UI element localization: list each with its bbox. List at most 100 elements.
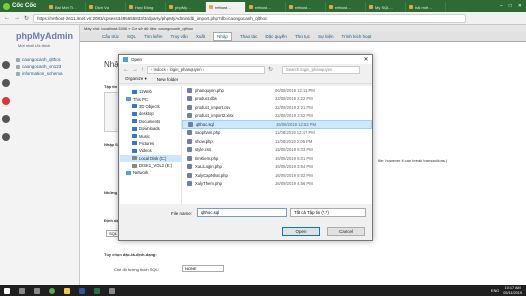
back-arrow-icon[interactable]: ← (4, 15, 10, 21)
tree-node[interactable]: 3D Objects (120, 103, 181, 110)
pma-tab[interactable]: Truy vấn (171, 34, 188, 39)
pma-tab[interactable]: Đặc quyền (265, 34, 287, 39)
browser-brand-label: Cốc Cốc (12, 3, 37, 9)
search-icon[interactable] (19, 287, 25, 294)
tree-node[interactable]: 11Web (120, 88, 181, 95)
pma-tab[interactable]: Cấu trúc (102, 34, 119, 39)
tree-node[interactable]: Videos (120, 147, 181, 154)
windows-start-icon[interactable] (4, 287, 10, 294)
new-folder-button[interactable]: New folder (157, 77, 179, 82)
maximize-icon[interactable]: □ (509, 3, 512, 9)
forward-arrow-icon[interactable]: → (14, 15, 20, 21)
reload-icon[interactable]: ↻ (24, 15, 29, 22)
tree-node[interactable]: desktop (120, 110, 181, 117)
pma-left-links[interactable]: Mới nhất Ưa thích (10, 43, 79, 48)
browser-tab[interactable]: rethost… (286, 2, 326, 12)
file-row[interactable]: product_import2.xlsx 22/08/2019 3:52 PM (182, 112, 372, 121)
close-icon[interactable]: ✕ (518, 3, 522, 9)
browser-tab[interactable]: My SQL… (366, 2, 406, 12)
minimize-icon[interactable]: – (500, 3, 503, 9)
file-row[interactable]: XulyCapNhat.php 16/09/2019 5:02 PM (182, 171, 372, 180)
tree-node[interactable]: Music (120, 132, 181, 139)
system-tray: ENG 10:17 AM 05/11/2019 (491, 286, 526, 295)
tree-node[interactable]: DISK1_VOL2 (E:) (120, 162, 181, 169)
database-name: information_schema (22, 71, 63, 76)
file-icon (187, 164, 192, 170)
file-date: 16/09/2019 5:02 PM (275, 172, 313, 178)
pma-breadcrumb[interactable]: Máy chủ: localhost:3306 » Cơ sở dữ liệu:… (80, 25, 526, 32)
sql-compat-select[interactable]: NONE (182, 265, 224, 272)
pma-logo[interactable]: phpMyAdmin (10, 25, 79, 41)
refresh-icon[interactable]: ↻ (268, 66, 273, 73)
pma-tab[interactable]: SQL (127, 34, 136, 39)
tree-node[interactable]: This PC (120, 95, 181, 102)
task-view-icon[interactable] (34, 287, 40, 294)
app-icon[interactable] (109, 287, 115, 294)
taskbar-clock[interactable]: 10:17 AM 05/11/2019 (503, 286, 522, 295)
browser-tab[interactable]: phpMy… (166, 2, 206, 12)
tree-node[interactable]: Network (120, 169, 181, 176)
back-arrow-icon[interactable]: ← (123, 67, 129, 73)
notification-icon[interactable] (2, 97, 10, 105)
tree-node[interactable]: Documents (120, 118, 181, 125)
language-indicator[interactable]: ENG (491, 289, 499, 293)
file-row[interactable]: saopham.php 11/08/2019 12:47 PM (182, 129, 372, 138)
pma-tab[interactable]: Trình kích hoạt (341, 34, 371, 39)
browser-tab[interactable]: hải mới… (406, 2, 446, 12)
database-item[interactable]: information_schema (16, 70, 79, 77)
browser-tab[interactable]: rethost… (206, 2, 246, 12)
close-icon[interactable]: ✕ (360, 56, 372, 63)
pma-tab[interactable]: Sự kiện (318, 34, 334, 39)
forward-arrow-icon[interactable]: → (132, 67, 138, 73)
open-button[interactable]: Open (282, 227, 320, 236)
browser-tab[interactable]: rethost… (246, 2, 286, 12)
pma-tab[interactable]: Nhập (213, 32, 232, 41)
database-icon (16, 57, 20, 62)
pma-tab[interactable]: Xuất (196, 34, 205, 39)
file-row[interactable]: style.css 15/08/2019 5:03 PM (182, 146, 372, 155)
tree-node[interactable]: Local Disk (C:) (120, 154, 181, 162)
address-bar-row: ← → ↻ https://rethost-2611.itnet.vn:2083… (0, 12, 526, 25)
tree-node-label: desktop (139, 111, 154, 117)
tree-node[interactable]: Downloads (120, 125, 181, 132)
tree-node[interactable]: Pictures (120, 140, 181, 147)
browser-tab[interactable]: Bài Mới Ti… (46, 2, 86, 12)
file-type-select[interactable]: Tất cả Tập tin (*.*) (290, 208, 366, 217)
settings-icon[interactable] (2, 133, 10, 141)
file-name-input[interactable]: qlthoc.sql (197, 208, 287, 217)
file-row[interactable]: qlthoc.sql 15/08/2019 12:53 PM (182, 120, 372, 129)
organize-button[interactable]: Organize ▾ (125, 76, 147, 82)
dialog-search-input[interactable]: Search login_phanquyen (282, 65, 361, 74)
history-icon[interactable] (2, 115, 10, 123)
browser-brand[interactable]: Cốc Cốc (0, 0, 46, 12)
excel-icon[interactable] (94, 287, 100, 294)
database-item[interactable]: caongocanh_qlthoc (16, 56, 79, 63)
pma-tab[interactable]: Thao tác (240, 34, 258, 39)
file-name: product.dbs (195, 96, 217, 102)
file-name: XulyCapNhat.php (195, 172, 228, 178)
browser-tab[interactable]: Hợp Đồng (126, 2, 166, 12)
file-row[interactable]: phanquyen.php 06/08/2019 12:11 PM (182, 86, 372, 95)
file-explorer-icon[interactable] (64, 287, 70, 294)
url-input[interactable]: https://rethost-2611.itnet.vn:2083/cpses… (33, 13, 466, 23)
file-row[interactable]: product_import.csv 22/09/2019 2:21 PM (182, 103, 372, 112)
database-item[interactable]: caongocanh_vn123 (16, 63, 79, 70)
file-row[interactable]: XuLiLogin.php 16/09/2019 3:54 PM (182, 163, 372, 172)
file-row[interactable]: product.dbs 22/08/2019 2:22 PM (182, 95, 372, 104)
file-row[interactable]: XulyThem.php 16/09/2019 4:56 PM (182, 180, 372, 189)
file-row[interactable]: show.php 11/08/2019 2:06 PM (182, 137, 372, 146)
browser-tab[interactable]: Dịch Vụ (86, 2, 126, 12)
dialog-title-bar: Open ✕ (119, 55, 372, 64)
file-date: 16/09/2019 4:56 PM (275, 181, 313, 187)
dialog-path-input[interactable]: › Indocs › login_phanquyen › (147, 65, 265, 74)
coccoc-taskbar-icon[interactable] (49, 287, 55, 294)
word-icon[interactable] (79, 287, 85, 294)
messenger-icon[interactable] (2, 79, 10, 87)
file-row[interactable]: timKiem.php 16/09/2019 5:01 PM (182, 154, 372, 163)
pma-tab[interactable]: Tìm kiếm (144, 34, 163, 39)
coccoc-sidebar-icon[interactable] (2, 61, 10, 69)
pma-tab[interactable]: Thủ tục (295, 34, 310, 39)
up-arrow-icon[interactable]: ↑ (141, 67, 144, 73)
cancel-button[interactable]: Cancel (327, 227, 365, 236)
browser-tab[interactable]: rethost… (326, 2, 366, 12)
